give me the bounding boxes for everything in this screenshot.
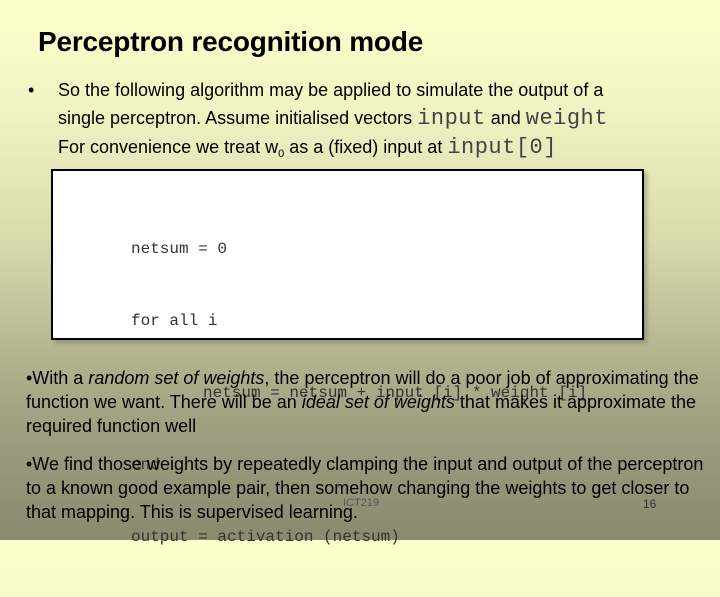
algorithm-code-box: netsum = 0 for all i netsum = netsum + i… bbox=[51, 169, 644, 546]
slide-title: Perceptron recognition mode bbox=[38, 26, 424, 57]
emphasis-ideal-set: ideal set of weights bbox=[301, 392, 455, 412]
intro-line-2: single perceptron. Assume initialised ve… bbox=[58, 104, 608, 133]
footer-course-label: ICT219 bbox=[343, 497, 380, 509]
intro-line-2-text: single perceptron. Assume initialised ve… bbox=[58, 108, 418, 128]
code-term-weight: weight bbox=[525, 106, 608, 131]
code-line: netsum = 0 bbox=[131, 240, 228, 258]
code-line: output = activation (netsum) bbox=[131, 528, 400, 546]
paragraph-random-weights: •With a random set of weights, the perce… bbox=[26, 366, 706, 438]
code-term-input: input bbox=[417, 106, 486, 131]
intro-line-3-text: For convenience we treat w bbox=[58, 137, 279, 157]
paragraph-1-prefix: •With a bbox=[26, 368, 89, 388]
intro-line-3: For convenience we treat w0 as a (fixed)… bbox=[58, 133, 608, 168]
paragraph-supervised-learning: •We find those weights by repeatedly cla… bbox=[26, 454, 704, 522]
page-number: 16 bbox=[643, 497, 657, 511]
intro-line-1: So the following algorithm may be applie… bbox=[58, 80, 604, 100]
intro-line-2-and: and bbox=[485, 108, 526, 128]
intro-line-3-text-2: as a (fixed) input at bbox=[284, 137, 448, 157]
code-term-input-0: input[0] bbox=[447, 135, 557, 160]
bullet-marker: • bbox=[28, 80, 35, 100]
emphasis-random-set: random set of weights bbox=[88, 368, 265, 388]
code-line: for all i bbox=[131, 312, 218, 330]
intro-bullet-text: So the following algorithm may be applie… bbox=[58, 76, 608, 168]
